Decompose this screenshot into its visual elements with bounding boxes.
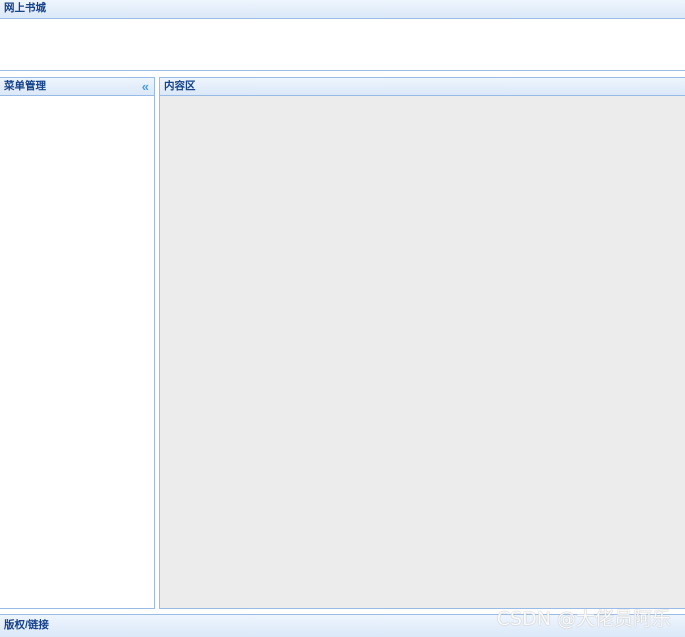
south-panel-header: 版权/链接 [0,614,685,637]
center-panel-title: 内容区 [164,80,196,92]
west-panel-header: 菜单管理 « [0,77,155,96]
north-panel-header: 网上书城 [0,0,685,19]
center-panel-body [159,96,685,609]
west-panel-body [0,96,155,609]
north-panel-body [0,19,685,71]
double-chevron-left-icon[interactable]: « [142,78,149,95]
layout-frame: 网上书城 菜单管理 « 内容区 版权/链接 CSDN @大佬员阿乐 [0,0,685,637]
south-panel-title: 版权/链接 [4,619,49,631]
west-panel-title: 菜单管理 [4,80,46,92]
center-panel-header: 内容区 [159,77,685,96]
north-panel-title: 网上书城 [4,2,46,14]
